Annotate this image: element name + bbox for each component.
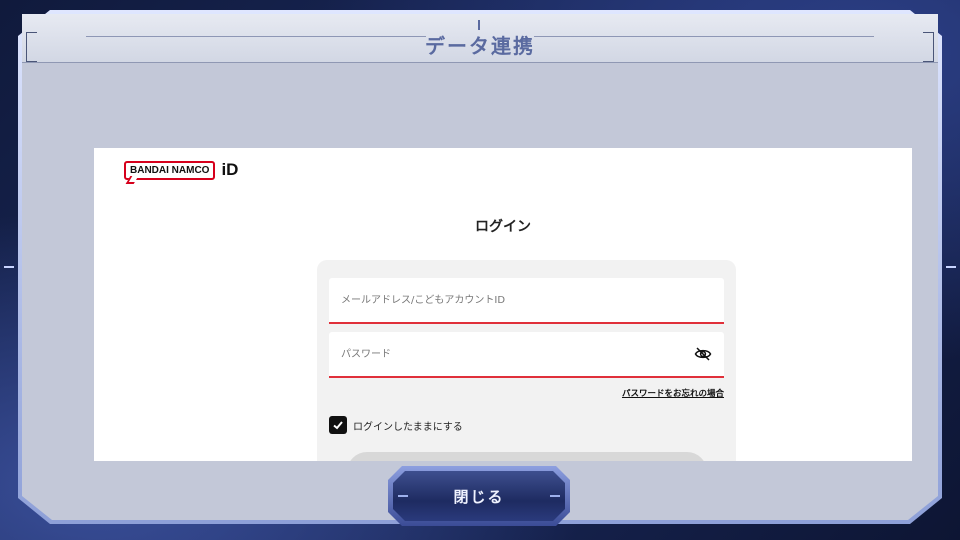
brand-logo-suffix: iD: [221, 160, 239, 179]
login-webview: BANDAI NAMCO iD ログイン パスワードをお忘れの場合 ログインした…: [94, 148, 912, 461]
side-tick-right: [946, 266, 956, 268]
login-form: パスワードをお忘れの場合 ログインしたままにする: [317, 260, 736, 461]
login-title: ログイン: [475, 219, 531, 235]
close-button[interactable]: 閉じる: [393, 471, 565, 521]
check-icon: [333, 421, 343, 430]
close-button-dash-left: [398, 495, 408, 497]
header-tick: [478, 20, 480, 30]
password-field[interactable]: [329, 332, 693, 376]
email-field-container: [329, 278, 724, 324]
login-submit-button[interactable]: [347, 452, 707, 461]
close-button-label: 閉じる: [453, 487, 505, 506]
remember-label: ログインしたままにする: [353, 421, 463, 433]
password-field-container: [329, 332, 724, 378]
email-field[interactable]: [329, 278, 693, 322]
remember-checkbox[interactable]: [329, 416, 347, 434]
side-tick-left: [4, 266, 14, 268]
close-button-dash-right: [550, 495, 560, 497]
brand-logo-text: BANDAI NAMCO: [124, 160, 216, 180]
forgot-password-link[interactable]: パスワードをお忘れの場合: [622, 387, 724, 399]
page-title: データ連携: [425, 34, 535, 58]
bandai-namco-id-logo: BANDAI NAMCO iD: [124, 160, 238, 180]
remember-me[interactable]: ログインしたままにする: [329, 416, 463, 434]
eye-slash-icon[interactable]: [694, 345, 712, 363]
